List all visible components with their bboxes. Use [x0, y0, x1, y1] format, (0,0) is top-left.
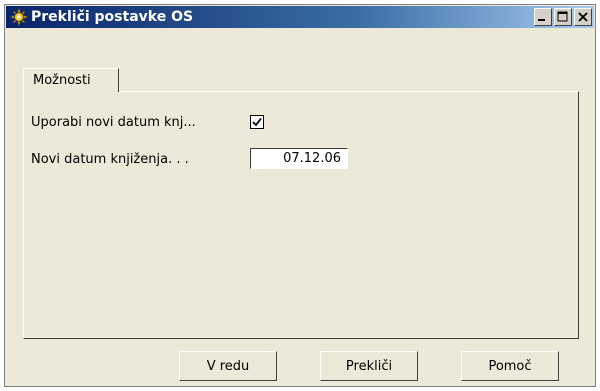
close-icon[interactable]	[574, 8, 592, 26]
minimize-icon[interactable]	[534, 8, 552, 26]
use-new-date-label: Uporabi novi datum knj...	[31, 115, 196, 130]
dialog-window: Prekliči postavke OS Možnosti Uporabi no…	[4, 4, 596, 387]
gear-sun-icon	[9, 7, 29, 27]
ok-button[interactable]: V redu	[179, 351, 277, 381]
tab-options[interactable]: Možnosti	[23, 68, 119, 92]
title-bar[interactable]: Prekliči postavke OS	[6, 6, 594, 28]
window-controls	[532, 8, 592, 26]
cancel-button[interactable]: Prekliči	[320, 351, 418, 381]
use-new-date-checkbox[interactable]	[250, 115, 264, 129]
checkmark-icon	[252, 117, 262, 127]
maximize-icon[interactable]	[554, 8, 572, 26]
help-button[interactable]: Pomoč	[461, 351, 559, 381]
tab-options-label: Možnosti	[33, 73, 91, 88]
window-title: Prekliči postavke OS	[31, 9, 194, 25]
new-date-label: Novi datum knjiženja. . .	[31, 152, 189, 167]
new-date-field[interactable]: 07.12.06	[250, 148, 348, 169]
